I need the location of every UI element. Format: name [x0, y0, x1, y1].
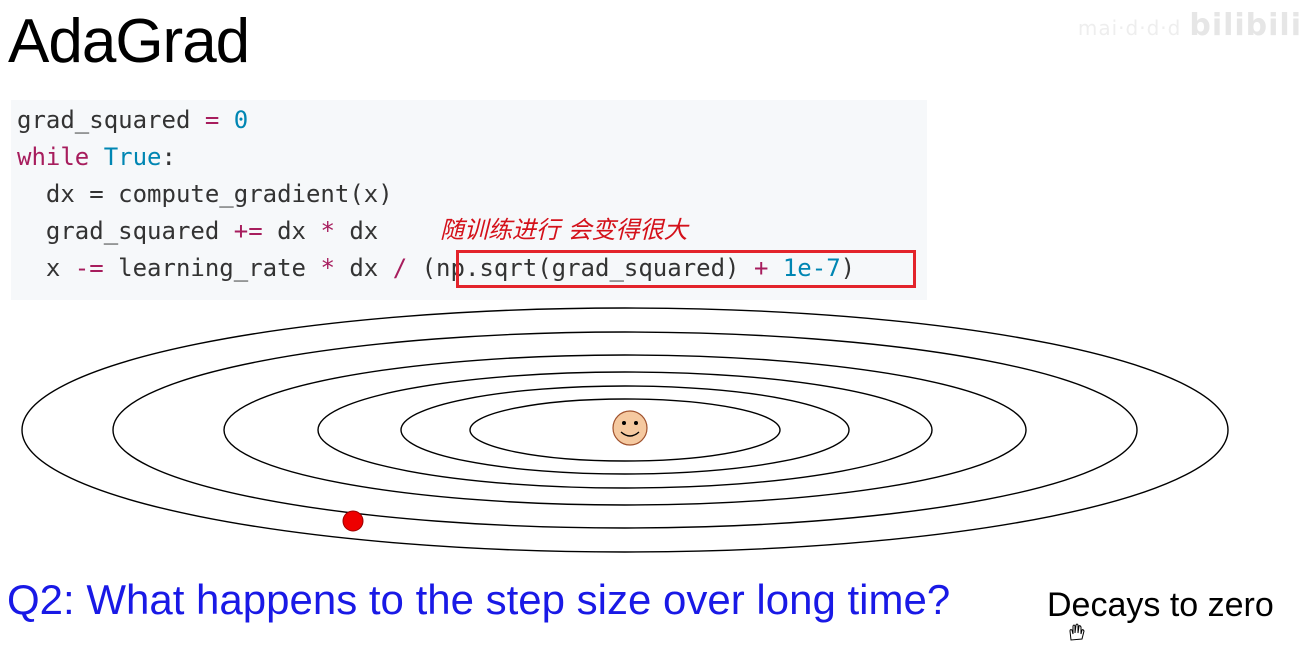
code-token: grad_squared	[17, 217, 234, 245]
code-line-1: grad_squared = 0	[17, 105, 248, 135]
code-line-2: while True:	[17, 142, 176, 172]
code-token: dx	[334, 217, 379, 245]
code-token: learning_rate	[103, 254, 321, 282]
hand-cursor-icon	[1069, 623, 1085, 641]
bilibili-watermark: mai·d·d·d bilibili	[1078, 8, 1302, 43]
code-token: dx	[334, 254, 393, 282]
question-text: Q2: What happens to the step size over l…	[7, 576, 951, 623]
watermark-logo-text: bilibili	[1189, 8, 1302, 43]
slide-title: AdaGrad	[8, 7, 250, 76]
contour-plot	[21, 307, 1229, 553]
handwritten-annotation: 随训练进行 会变得很大	[440, 216, 688, 244]
code-line-4: grad_squared += dx * dx	[17, 216, 378, 246]
code-token: grad_squared	[17, 106, 191, 134]
current-point-red-dot	[342, 510, 364, 532]
code-token: dx	[262, 217, 321, 245]
code-token: x	[17, 254, 75, 282]
code-keyword: while	[17, 143, 90, 171]
code-token: =	[190, 106, 234, 134]
code-token: :	[161, 143, 176, 171]
code-operator: *	[320, 254, 335, 282]
code-operator: +=	[233, 217, 263, 245]
code-token: 0	[233, 106, 249, 134]
code-line-3: dx = compute_gradient(x)	[17, 180, 393, 208]
highlight-box	[456, 250, 916, 288]
code-operator: *	[320, 217, 335, 245]
code-builtin: True	[103, 143, 162, 171]
answer-text: Decays to zero	[1047, 586, 1274, 624]
watermark-faint-text: mai·d·d·d	[1077, 16, 1182, 40]
smiley-face-icon	[612, 410, 648, 446]
code-operator: -=	[74, 254, 104, 282]
code-operator: /	[392, 254, 408, 282]
